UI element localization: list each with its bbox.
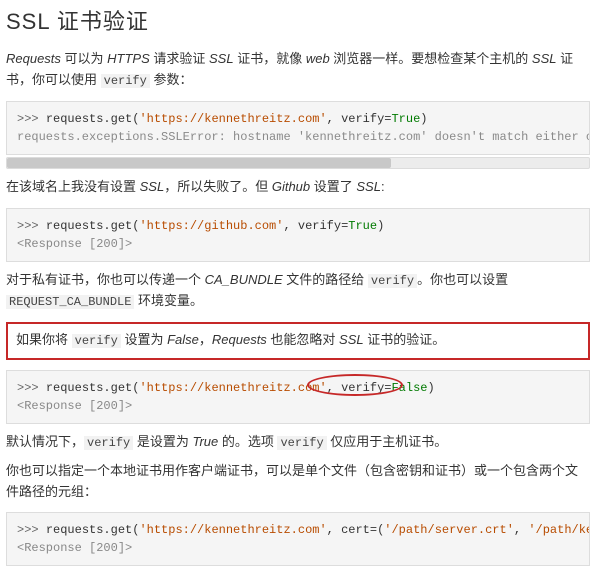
inline-code-verify: verify (101, 74, 150, 88)
prompt: >>> (17, 523, 46, 537)
inline-code-env: REQUEST_CA_BUNDLE (6, 295, 134, 309)
code-block-3[interactable]: >>> requests.get('https://kennethreitz.c… (6, 370, 590, 424)
text: Requests (6, 51, 61, 66)
code: requests.get( (46, 112, 140, 126)
code-response: <Response [200]> (17, 399, 132, 413)
text: 环境变量。 (134, 293, 203, 308)
text: 如果你将 (16, 332, 72, 347)
text: 请求验证 (150, 51, 209, 66)
code-bool: False (391, 381, 427, 395)
page-title: SSL 证书验证 (6, 4, 590, 39)
text: SSL (532, 51, 557, 66)
text: Github (272, 179, 310, 194)
para-intro: Requests 可以为 HTTPS 请求验证 SSL 证书，就像 web 浏览… (6, 49, 590, 91)
code-url: 'https://kennethreitz.com' (139, 523, 326, 537)
para-5: 默认情况下，verify 是设置为 True 的。选项 verify 仅应用于主… (6, 432, 590, 453)
text: SSL (140, 179, 165, 194)
highlight-box: 如果你将 verify 设置为 False，Requests 也能忽略对 SSL… (6, 322, 590, 359)
text: 证书，就像 (234, 51, 306, 66)
text: 。你也可以设置 (417, 272, 508, 287)
text: True (192, 434, 218, 449)
code: , verify= (327, 112, 392, 126)
text: 也能忽略对 (267, 332, 339, 347)
code-error: requests.exceptions.SSLError: hostname '… (17, 130, 590, 144)
horizontal-scrollbar[interactable] (6, 157, 590, 169)
code: , verify= (283, 219, 348, 233)
text: web (306, 51, 330, 66)
code-path: '/path/key' (528, 523, 590, 537)
code-bool: True (391, 112, 420, 126)
code: , verify= (327, 381, 392, 395)
text: 在该域名上我没有设置 (6, 179, 140, 194)
para-2: 在该域名上我没有设置 SSL，所以失败了。但 Github 设置了 SSL: (6, 177, 590, 198)
prompt: >>> (17, 219, 46, 233)
text: SSL (209, 51, 234, 66)
text: Requests (212, 332, 267, 347)
code-bool: True (348, 219, 377, 233)
text: HTTPS (107, 51, 150, 66)
code-url: 'https://kennethreitz.com' (139, 112, 326, 126)
inline-code-verify: verify (72, 334, 121, 348)
text: 参数： (150, 72, 193, 87)
text: False (167, 332, 199, 347)
inline-code-verify: verify (368, 274, 417, 288)
text: SSL (339, 332, 364, 347)
para-3: 对于私有证书，你也可以传递一个 CA_BUNDLE 文件的路径给 verify。… (6, 270, 590, 312)
code-block-2[interactable]: >>> requests.get('https://github.com', v… (6, 208, 590, 262)
text: 浏览器一样。要想检查某个主机的 (330, 51, 532, 66)
code: requests.get( (46, 523, 140, 537)
code: ) (428, 381, 435, 395)
text: 的。选项 (218, 434, 277, 449)
text: ， (199, 332, 212, 347)
code-url: 'https://kennethreitz.com' (139, 381, 326, 395)
code: ) (377, 219, 384, 233)
prompt: >>> (17, 112, 46, 126)
text: 设置了 (310, 179, 356, 194)
code: requests.get( (46, 381, 140, 395)
code: ) (420, 112, 427, 126)
code-response: <Response [200]> (17, 541, 132, 555)
text: 对于私有证书，你也可以传递一个 (6, 272, 205, 287)
text: SSL (356, 179, 381, 194)
text: ，所以失败了。但 (164, 179, 272, 194)
code-response: <Response [200]> (17, 237, 132, 251)
code-url: 'https://github.com' (139, 219, 283, 233)
para-6: 你也可以指定一个本地证书用作客户端证书，可以是单个文件（包含密钥和证书）或一个包… (6, 461, 590, 503)
code-block-4[interactable]: >>> requests.get('https://kennethreitz.c… (6, 512, 590, 566)
inline-code-verify: verify (84, 436, 133, 450)
text: 你也可以指定一个本地证书用作客户端证书，可以是单个文件（包含密钥和证书）或一个包… (6, 463, 578, 499)
text: 证书的验证。 (364, 332, 446, 347)
text: 文件的路径给 (283, 272, 368, 287)
text: 默认情况下， (6, 434, 84, 449)
text: 设置为 (121, 332, 167, 347)
prompt: >>> (17, 381, 46, 395)
code: requests.get( (46, 219, 140, 233)
code: , (514, 523, 528, 537)
para-4: 如果你将 verify 设置为 False，Requests 也能忽略对 SSL… (16, 332, 445, 347)
scrollbar-thumb[interactable] (7, 158, 391, 168)
code-block-1[interactable]: >>> requests.get('https://kennethreitz.c… (6, 101, 590, 155)
inline-code-verify: verify (277, 436, 326, 450)
text: 可以为 (61, 51, 107, 66)
code-path: '/path/server.crt' (384, 523, 514, 537)
text: : (381, 179, 385, 194)
text: 是设置为 (133, 434, 192, 449)
text: 仅应用于主机证书。 (327, 434, 448, 449)
text: CA_BUNDLE (205, 272, 283, 287)
code: , cert=( (327, 523, 385, 537)
